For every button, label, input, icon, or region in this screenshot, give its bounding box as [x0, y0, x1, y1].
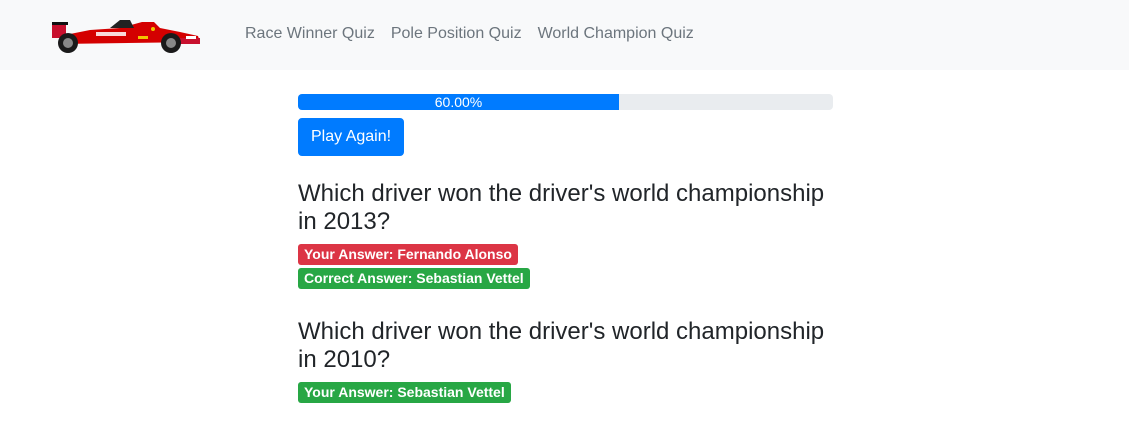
progress-bar-fill: 60.00% — [298, 94, 619, 110]
your-answer-badge-wrong: Your Answer: Fernando Alonso — [298, 244, 518, 265]
nav-link-race-winner-quiz[interactable]: Race Winner Quiz — [245, 22, 375, 46]
nav-link-pole-position-quiz[interactable]: Pole Position Quiz — [391, 22, 522, 46]
question-item: Which driver won the driver's world cham… — [298, 180, 833, 292]
correct-answer-badge: Correct Answer: Sebastian Vettel — [298, 268, 530, 289]
question-title: Which driver won the driver's world cham… — [298, 318, 825, 373]
navbar: Race Winner Quiz Pole Position Quiz Worl… — [0, 0, 1129, 70]
your-answer-badge-correct: Your Answer: Sebastian Vettel — [298, 382, 511, 403]
nav-links: Race Winner Quiz Pole Position Quiz Worl… — [245, 22, 710, 46]
f1-car-icon[interactable] — [50, 12, 202, 54]
nav-link-world-champion-quiz[interactable]: World Champion Quiz — [538, 22, 694, 46]
question-item: Which driver won the driver's world cham… — [298, 318, 833, 406]
question-title: Which driver won the driver's world cham… — [298, 180, 825, 235]
play-again-button[interactable]: Play Again! — [298, 118, 405, 156]
quiz-results: 60.00% Play Again! Which driver won the … — [298, 94, 833, 406]
progress-bar-track: 60.00% — [298, 94, 833, 110]
